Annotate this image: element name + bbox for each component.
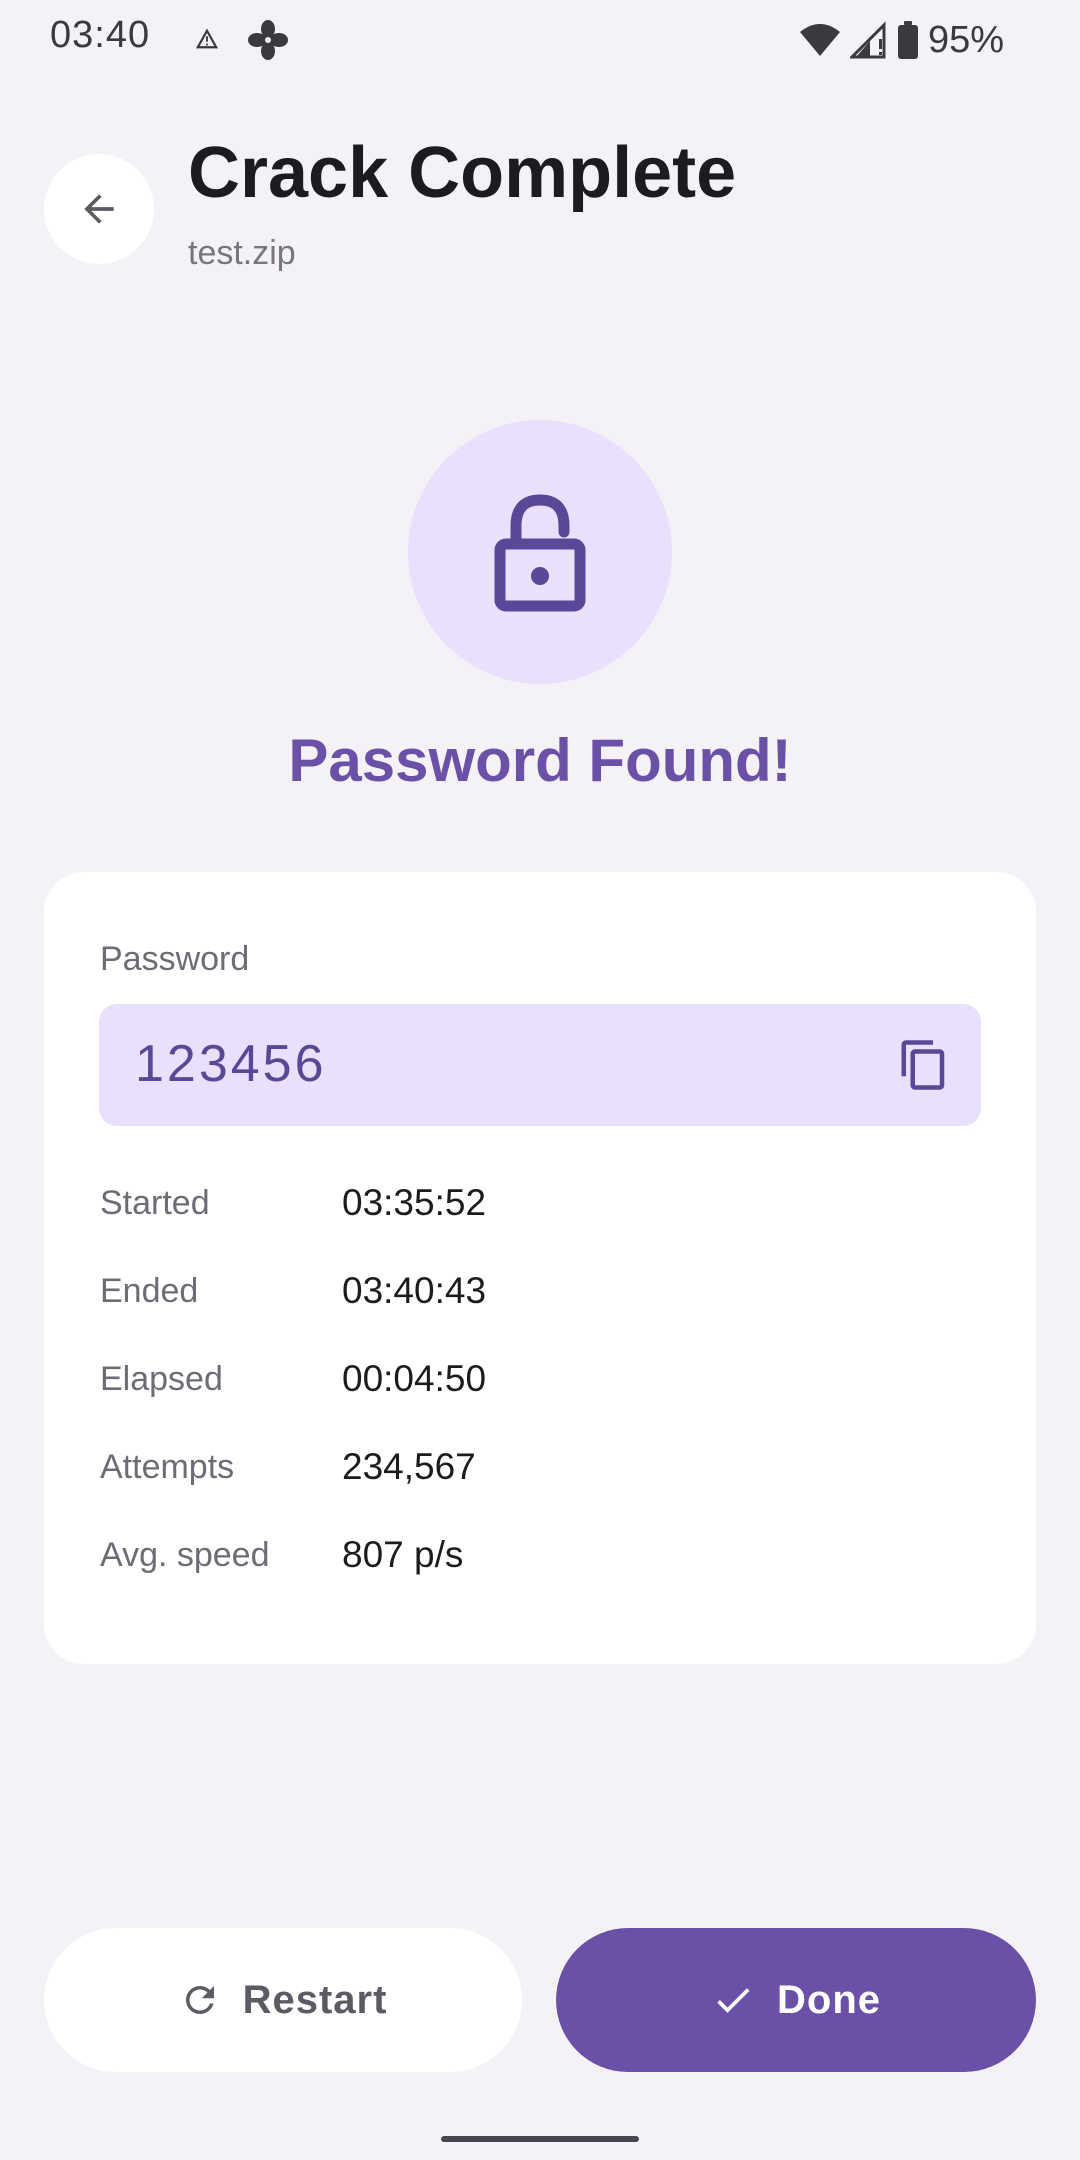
result-card: Password 123456 Started 03:35:52 Ended 0…: [44, 872, 1036, 1664]
stat-label: Attempts: [100, 1448, 235, 1486]
stat-row-started: Started 03:35:52: [100, 1182, 980, 1272]
check-icon: [717, 1988, 750, 2013]
stat-label: Avg. speed: [100, 1536, 270, 1574]
screen: 03:40 95% Crack Complete test.zip Passwo…: [0, 0, 1080, 2160]
password-value[interactable]: 123456: [135, 1034, 327, 1094]
password-field[interactable]: 123456: [99, 1004, 981, 1126]
stat-row-avg-speed: Avg. speed 807 p/s: [100, 1534, 980, 1624]
status-icons: 95%: [798, 16, 1004, 64]
warning-icon: [196, 28, 218, 49]
back-button[interactable]: [44, 154, 154, 264]
password-label: Password: [100, 940, 250, 978]
stat-label: Ended: [100, 1272, 199, 1310]
stat-row-ended: Ended 03:40:43: [100, 1270, 980, 1360]
battery-icon: [897, 21, 918, 59]
home-indicator[interactable]: [441, 2136, 639, 2142]
lock-badge: [408, 420, 672, 684]
copy-button[interactable]: [893, 1034, 955, 1096]
done-label: Done: [777, 1977, 881, 2022]
stat-row-elapsed: Elapsed 00:04:50: [100, 1358, 980, 1448]
battery-percent: 95%: [927, 18, 1004, 61]
stat-label: Started: [100, 1184, 210, 1222]
wifi-icon: [799, 24, 840, 56]
arrow-back-icon: [84, 194, 114, 224]
status-bar: 03:40 95%: [0, 0, 1080, 80]
stat-value: 00:04:50: [342, 1358, 487, 1399]
refresh-icon: [185, 1986, 214, 2014]
file-name: test.zip: [188, 234, 296, 272]
stat-label: Elapsed: [100, 1360, 223, 1398]
restart-button[interactable]: Restart: [44, 1928, 522, 2072]
stats-list: Started 03:35:52 Ended 03:40:43 Elapsed …: [100, 1182, 980, 1624]
stat-value: 234,567: [342, 1446, 476, 1487]
signal-icon: [849, 21, 886, 59]
fan-icon: [248, 20, 288, 60]
stat-value: 807 p/s: [342, 1534, 464, 1575]
password-found-headline: Password Found!: [288, 727, 792, 794]
restart-label: Restart: [242, 1977, 388, 2022]
stat-value: 03:35:52: [342, 1182, 487, 1223]
done-button[interactable]: Done: [556, 1928, 1036, 2072]
page-title: Crack Complete: [188, 133, 737, 213]
lock-open-icon: [494, 494, 586, 612]
stat-row-attempts: Attempts 234,567: [100, 1446, 980, 1536]
stat-value: 03:40:43: [342, 1270, 487, 1311]
copy-icon: [901, 1040, 945, 1090]
status-time: 03:40: [50, 14, 151, 56]
